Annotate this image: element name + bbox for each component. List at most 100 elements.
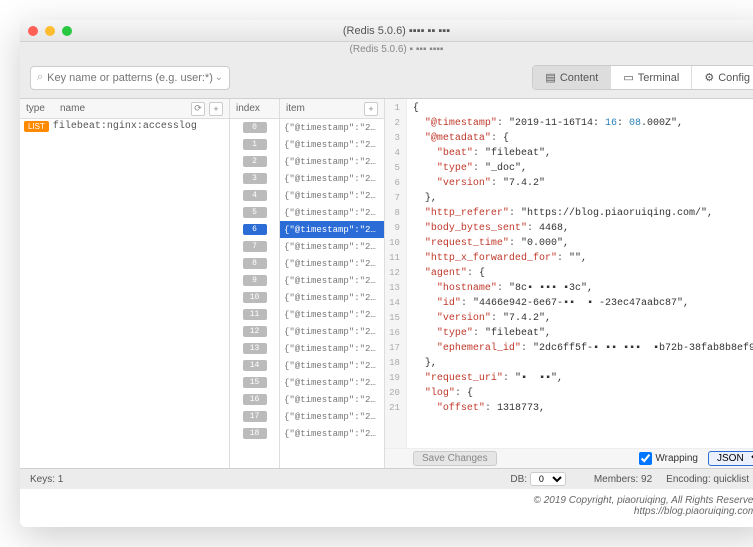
index-row[interactable]: 17	[230, 408, 279, 425]
index-row[interactable]: 12	[230, 323, 279, 340]
index-pill: 12	[243, 326, 267, 337]
index-row[interactable]: 11	[230, 306, 279, 323]
index-row[interactable]: 6	[230, 221, 279, 238]
item-row[interactable]: {"@timestamp":"2…	[280, 323, 384, 340]
index-pill: 18	[243, 428, 267, 439]
statusbar: Keys: 1 DB: 0 Members: 92 Encoding: quic…	[20, 468, 753, 489]
tab-content[interactable]: ▤ Content	[533, 66, 611, 89]
item-row[interactable]: {"@timestamp":"2…	[280, 425, 384, 442]
index-row[interactable]: 0	[230, 119, 279, 136]
index-row[interactable]: 13	[230, 340, 279, 357]
encoding-label: Encoding: quicklist	[666, 474, 749, 485]
add-item-icon[interactable]: +	[364, 102, 378, 116]
search-input[interactable]	[47, 72, 214, 84]
item-row[interactable]: {"@timestamp":"2…	[280, 170, 384, 187]
members-count: Members: 92	[594, 474, 652, 485]
index-row[interactable]: 15	[230, 374, 279, 391]
index-row[interactable]: 5	[230, 204, 279, 221]
index-pill: 3	[243, 173, 267, 184]
add-key-icon[interactable]: +	[209, 102, 223, 116]
index-row[interactable]: 18	[230, 425, 279, 442]
save-button[interactable]: Save Changes	[413, 451, 497, 466]
type-badge: LIST	[24, 121, 49, 132]
index-row[interactable]: 1	[230, 136, 279, 153]
index-pill: 6	[243, 224, 267, 235]
json-viewer[interactable]: 1 2 3 4 5 6 7 8 9 10 11 12 13 14 15 16 1…	[385, 99, 753, 468]
item-row[interactable]: {"@timestamp":"2…	[280, 391, 384, 408]
wrapping-label: Wrapping	[655, 453, 698, 464]
line-gutter: 1 2 3 4 5 6 7 8 9 10 11 12 13 14 15 16 1…	[385, 99, 407, 468]
item-row[interactable]: {"@timestamp":"2…	[280, 187, 384, 204]
index-pill: 13	[243, 343, 267, 354]
keys-count: Keys: 1	[30, 474, 63, 485]
wrapping-checkbox[interactable]	[639, 452, 652, 465]
config-icon: ⚙	[704, 71, 714, 84]
index-pill: 5	[243, 207, 267, 218]
index-pill: 2	[243, 156, 267, 167]
item-list[interactable]: {"@timestamp":"2…{"@timestamp":"2…{"@tim…	[280, 119, 384, 468]
index-row[interactable]: 9	[230, 272, 279, 289]
index-pill: 7	[243, 241, 267, 252]
item-row[interactable]: {"@timestamp":"2…	[280, 340, 384, 357]
search-icon: ⌕	[37, 71, 43, 84]
item-row[interactable]: {"@timestamp":"2…	[280, 255, 384, 272]
refresh-icon[interactable]: ⟳	[191, 102, 205, 116]
chevron-down-icon[interactable]: ⌄	[215, 72, 223, 83]
index-header-label: index	[236, 103, 260, 114]
app-window: (Redis 5.0.6) ▪▪▪▪ ▪▪ ▪▪▪ (Redis 5.0.6) …	[20, 20, 753, 527]
index-row[interactable]: 10	[230, 289, 279, 306]
index-row[interactable]: 3	[230, 170, 279, 187]
index-row[interactable]: 8	[230, 255, 279, 272]
minimize-icon[interactable]	[45, 26, 55, 36]
wrapping-toggle[interactable]: Wrapping	[639, 452, 698, 465]
footer-link[interactable]: https://blog.piaoruiqing.com/	[634, 506, 753, 517]
index-pill: 14	[243, 360, 267, 371]
close-icon[interactable]	[28, 26, 38, 36]
format-select[interactable]: JSON	[708, 451, 753, 466]
item-row[interactable]: {"@timestamp":"2…	[280, 374, 384, 391]
tab-config[interactable]: ⚙ Config	[692, 66, 753, 89]
index-row[interactable]: 4	[230, 187, 279, 204]
copyright-text: © 2019 Copyright, piaoruiqing, All Right…	[34, 495, 753, 506]
json-code[interactable]: { "@timestamp": "2019-11-16T14: 16: 08.0…	[407, 99, 753, 468]
index-pill: 10	[243, 292, 267, 303]
index-row[interactable]: 14	[230, 357, 279, 374]
item-column: item + {"@timestamp":"2…{"@timestamp":"2…	[280, 99, 385, 468]
item-row[interactable]: {"@timestamp":"2…	[280, 289, 384, 306]
item-row[interactable]: {"@timestamp":"2…	[280, 204, 384, 221]
item-row[interactable]: {"@timestamp":"2…	[280, 153, 384, 170]
db-select[interactable]: 0	[530, 472, 566, 486]
search-box[interactable]: ⌕ ⌄	[30, 66, 230, 90]
item-row[interactable]: {"@timestamp":"2…	[280, 306, 384, 323]
item-row[interactable]: {"@timestamp":"2…	[280, 119, 384, 136]
index-pill: 1	[243, 139, 267, 150]
page-footer: © 2019 Copyright, piaoruiqing, All Right…	[20, 489, 753, 527]
item-row[interactable]: {"@timestamp":"2…	[280, 238, 384, 255]
key-row[interactable]: LIST filebeat:nginx:accesslog	[20, 119, 229, 134]
toolbar: ⌕ ⌄ ▤ Content ▭ Terminal ⚙ Config	[20, 57, 753, 98]
index-row[interactable]: 7	[230, 238, 279, 255]
item-row[interactable]: {"@timestamp":"2…	[280, 408, 384, 425]
keys-column: type name ⟳ + LIST filebeat:nginx:access…	[20, 99, 230, 468]
index-pill: 9	[243, 275, 267, 286]
item-row[interactable]: {"@timestamp":"2…	[280, 357, 384, 374]
item-row[interactable]: {"@timestamp":"2…	[280, 221, 384, 238]
index-list[interactable]: 0123456789101112131415161718	[230, 119, 279, 468]
index-header: index	[230, 99, 279, 119]
titlebar[interactable]: (Redis 5.0.6) ▪▪▪▪ ▪▪ ▪▪▪	[20, 20, 753, 42]
index-pill: 0	[243, 122, 267, 133]
tab-terminal[interactable]: ▭ Terminal	[611, 66, 692, 89]
zoom-icon[interactable]	[62, 26, 72, 36]
terminal-icon: ▭	[623, 71, 633, 84]
keys-header: type name ⟳ +	[20, 99, 229, 119]
col-type-label: type	[26, 103, 60, 114]
item-row[interactable]: {"@timestamp":"2…	[280, 136, 384, 153]
window-subtitle: (Redis 5.0.6) ▪ ▪▪▪ ▪▪▪▪	[20, 42, 753, 57]
keys-list[interactable]: LIST filebeat:nginx:accesslog	[20, 119, 229, 468]
index-row[interactable]: 2	[230, 153, 279, 170]
view-tabs: ▤ Content ▭ Terminal ⚙ Config	[532, 65, 753, 90]
content-icon: ▤	[545, 71, 555, 84]
index-row[interactable]: 16	[230, 391, 279, 408]
content-body: type name ⟳ + LIST filebeat:nginx:access…	[20, 98, 753, 468]
item-row[interactable]: {"@timestamp":"2…	[280, 272, 384, 289]
